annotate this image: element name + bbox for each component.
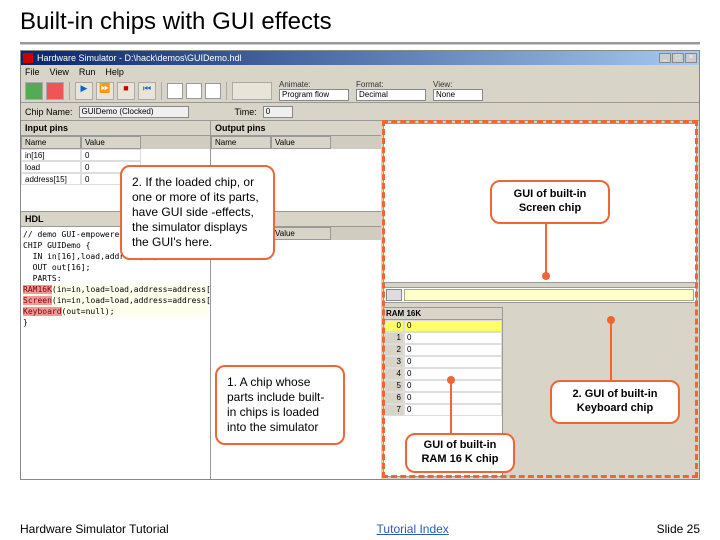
- animate-field: Animate: Program flow: [279, 80, 349, 101]
- col-name: Name: [21, 136, 81, 149]
- menu-file[interactable]: File: [25, 67, 40, 77]
- maximize-button[interactable]: □: [672, 53, 684, 63]
- connector-line: [450, 380, 452, 435]
- toolbar-separator: [69, 82, 70, 100]
- view-select[interactable]: None: [433, 89, 483, 101]
- output-pins-header: Output pins: [211, 121, 381, 136]
- connector-line: [610, 320, 612, 380]
- menubar: File View Run Help: [21, 65, 699, 79]
- time-label: Time:: [235, 107, 257, 117]
- toolbar-button-2[interactable]: [46, 82, 64, 100]
- input-pins-header: Input pins: [21, 121, 210, 136]
- toolbar-speed-slider[interactable]: [232, 82, 272, 100]
- callout-1: 1. A chip whose parts include built-in c…: [215, 365, 345, 445]
- toolbar-separator: [226, 82, 227, 100]
- animate-select[interactable]: Program flow: [279, 89, 349, 101]
- right-column: RAM 16K 0010203040506070: [381, 121, 699, 479]
- toolbar-stop-button[interactable]: ■: [117, 82, 135, 100]
- table-row: 30: [384, 356, 502, 368]
- connector-dot: [447, 376, 455, 384]
- callout-ram: GUI of built-in RAM 16 K chip: [405, 433, 515, 473]
- format-select[interactable]: Decimal: [356, 89, 426, 101]
- footer-right: Slide 25: [657, 522, 700, 536]
- app-icon: [23, 53, 33, 63]
- table-row: 50: [384, 380, 502, 392]
- toolbar-icon-3[interactable]: [205, 83, 221, 99]
- footer-left: Hardware Simulator Tutorial: [20, 522, 169, 536]
- toolbar-button-1[interactable]: [25, 82, 43, 100]
- view-label: View:: [433, 80, 483, 89]
- toolbar-rewind-button[interactable]: ⏮: [138, 82, 156, 100]
- col-name: Name: [211, 136, 271, 149]
- app-container: Hardware Simulator - D:\hack\demos\GUIDe…: [20, 50, 700, 480]
- menu-help[interactable]: Help: [105, 67, 124, 77]
- input-pins-grid-header: Name Value: [21, 136, 210, 149]
- keyboard-field[interactable]: [404, 289, 694, 301]
- format-field: Format: Decimal: [356, 80, 426, 101]
- callout-keyboard: 2. GUI of built-in Keyboard chip: [550, 380, 680, 424]
- time-input[interactable]: 0: [263, 106, 293, 118]
- keyboard-gui: [383, 287, 697, 303]
- table-row: 00: [384, 320, 502, 332]
- menu-view[interactable]: View: [50, 67, 69, 77]
- menu-run[interactable]: Run: [79, 67, 96, 77]
- table-row: 40: [384, 368, 502, 380]
- slide-title: Built-in chips with GUI effects: [0, 0, 720, 42]
- table-row: 10: [384, 332, 502, 344]
- callout-screen: GUI of built-in Screen chip: [490, 180, 610, 224]
- footer-link[interactable]: Tutorial Index: [377, 522, 449, 536]
- toolbar: ▶ ⏩ ■ ⏮ Animate: Program flow Format: De…: [21, 79, 699, 103]
- format-label: Format:: [356, 80, 426, 89]
- view-field: View: None: [433, 80, 483, 101]
- connector-dot: [542, 272, 550, 280]
- window-controls: _ □ ×: [659, 53, 697, 63]
- table-row: 70: [384, 404, 502, 416]
- toolbar-step-button[interactable]: ▶: [75, 82, 93, 100]
- table-row: 60: [384, 392, 502, 404]
- col-value: Value: [271, 136, 331, 149]
- callout-2: 2. If the loaded chip, or one or more of…: [120, 165, 275, 260]
- col-value: Value: [81, 136, 141, 149]
- toolbar-icon-1[interactable]: [167, 83, 183, 99]
- hdl-body: // demo GUI-empowered chipsCHIP GUIDemo …: [21, 227, 210, 479]
- output-pins-grid-header: Name Value: [211, 136, 381, 149]
- chipname-label: Chip Name:: [25, 107, 73, 117]
- title-underline: [20, 42, 700, 44]
- toolbar-icon-2[interactable]: [186, 83, 202, 99]
- chipname-row: Chip Name: GUIDemo (Clocked) Time: 0: [21, 103, 699, 121]
- connector-dot: [607, 316, 615, 324]
- window-title: Hardware Simulator - D:\hack\demos\GUIDe…: [37, 53, 242, 63]
- close-button[interactable]: ×: [685, 53, 697, 63]
- connector-line: [545, 215, 547, 275]
- toolbar-separator: [161, 82, 162, 100]
- keyboard-icon[interactable]: [386, 289, 402, 301]
- table-row: 20: [384, 344, 502, 356]
- col-value: Value: [271, 227, 331, 240]
- footer: Hardware Simulator Tutorial Tutorial Ind…: [20, 522, 700, 536]
- toolbar-run-button[interactable]: ⏩: [96, 82, 114, 100]
- titlebar: Hardware Simulator - D:\hack\demos\GUIDe…: [21, 51, 699, 65]
- animate-label: Animate:: [279, 80, 349, 89]
- table-row: in[16]0: [21, 149, 210, 161]
- ram-header: RAM 16K: [384, 308, 502, 320]
- chipname-input[interactable]: GUIDemo (Clocked): [79, 106, 189, 118]
- minimize-button[interactable]: _: [659, 53, 671, 63]
